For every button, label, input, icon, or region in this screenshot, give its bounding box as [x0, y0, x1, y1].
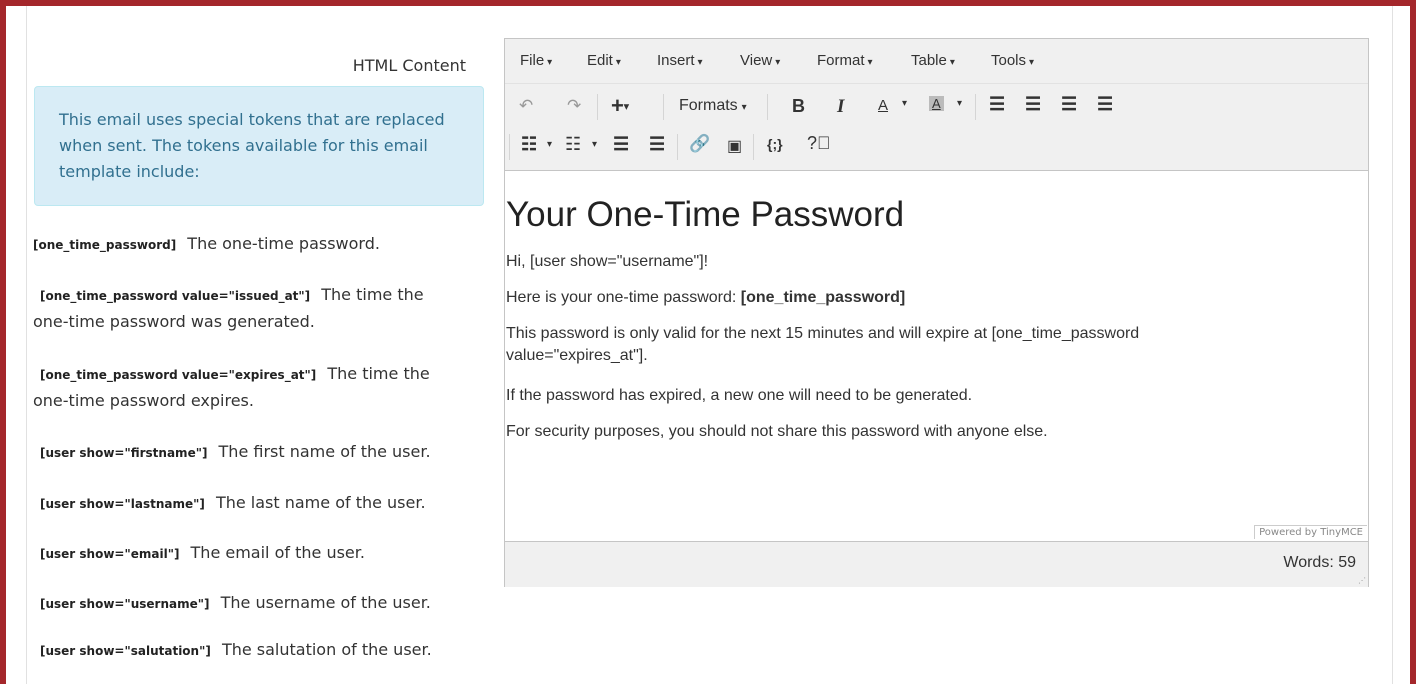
caret-down-icon[interactable]: ▾ [957, 98, 962, 109]
bold-button[interactable]: B [792, 96, 805, 117]
token-item: [user show="username"] The username of t… [33, 590, 473, 617]
toolbar-separator [597, 94, 598, 120]
bullet-list-icon[interactable]: ☷ [521, 134, 537, 155]
align-justify-icon[interactable]: ☰ [1097, 94, 1113, 115]
menu-format[interactable]: Format ▾ [817, 52, 873, 69]
powered-by-badge[interactable]: Powered by TinyMCE [1254, 525, 1367, 539]
insert-plus-icon[interactable]: +▾ [611, 93, 629, 119]
editor-toolbar: ↶ ↷ +▾ Formats ▾ B I A ▾ A ▾ ☰ ☰ ☰ ☰ ☷ ▾ … [505, 84, 1368, 171]
token-description: The one-time password. [187, 234, 380, 253]
caret-down-icon[interactable]: ▾ [547, 139, 552, 150]
numbered-list-icon[interactable]: ☷ [565, 134, 581, 155]
indent-icon[interactable]: ☰ [649, 134, 665, 155]
token-item: [one_time_password value="expires_at"] T… [33, 361, 463, 414]
token-code: [user show="firstname"] [40, 446, 208, 460]
caret-down-icon[interactable]: ▾ [592, 139, 597, 150]
toolbar-separator [677, 134, 678, 160]
toolbar-separator [663, 94, 664, 120]
editor-statusbar: Words: 59 ⋰ [505, 541, 1368, 587]
token-code: [user show="salutation"] [40, 644, 211, 658]
token-description: The email of the user. [190, 543, 365, 562]
column-divider-right [1392, 6, 1393, 684]
content-line: If the password has expired, a new one w… [506, 387, 973, 404]
field-label: HTML Content [352, 56, 466, 75]
caret-down-icon: ▾ [615, 57, 621, 68]
code-icon[interactable]: {;} [767, 136, 783, 152]
token-code: [one_time_password] [33, 238, 177, 252]
content-line: value="expires_at"]. [506, 347, 648, 364]
token-item: [user show="firstname"] The first name o… [33, 439, 473, 466]
info-alert-text: This email uses special tokens that are … [59, 110, 445, 181]
token-code: [one_time_password value="issued_at"] [40, 289, 311, 303]
editor-menubar: File ▾ Edit ▾ Insert ▾ View ▾ Format ▾ Table ▾… [505, 39, 1368, 84]
content-token: [one_time_password] [740, 289, 906, 306]
content-heading: Your One-Time Password [506, 195, 905, 234]
token-code: [one_time_password value="expires_at"] [40, 368, 317, 382]
image-icon[interactable]: ▣ [727, 136, 742, 156]
caret-down-icon: ▾ [697, 57, 703, 68]
token-description: The salutation of the user. [221, 640, 432, 659]
rich-text-editor: File ▾ Edit ▾ Insert ▾ View ▾ Format ▾ Table ▾… [504, 38, 1369, 587]
toolbar-separator [509, 134, 510, 160]
menu-file[interactable]: File ▾ [520, 52, 552, 69]
caret-down-icon[interactable]: ▾ [902, 98, 907, 109]
help-icon[interactable]: ?⃝ [807, 133, 831, 154]
outdent-icon[interactable]: ☰ [613, 134, 629, 155]
token-item: [user show="lastname"] The last name of … [33, 490, 473, 517]
token-description: The username of the user. [220, 593, 431, 612]
redo-icon[interactable]: ↷ [567, 96, 581, 116]
menu-tools[interactable]: Tools ▾ [991, 52, 1034, 69]
caret-down-icon: ▾ [949, 57, 955, 68]
token-code: [user show="username"] [40, 597, 210, 611]
formats-dropdown[interactable]: Formats ▾ [679, 97, 747, 115]
column-divider-left [26, 6, 27, 684]
content-line: This password is only valid for the next… [506, 325, 1140, 342]
caret-down-icon: ▾ [867, 57, 873, 68]
token-code: [user show="lastname"] [40, 497, 205, 511]
undo-icon[interactable]: ↶ [519, 96, 533, 116]
italic-button[interactable]: I [837, 96, 844, 118]
editor-content-area[interactable]: Your One-Time Password Hi, [user show="u… [505, 171, 1368, 541]
token-item: [one_time_password value="issued_at"] Th… [33, 282, 463, 335]
menu-insert[interactable]: Insert ▾ [657, 52, 703, 69]
token-description: The last name of the user. [215, 493, 426, 512]
caret-down-icon: ▾ [1029, 57, 1035, 68]
info-alert: This email uses special tokens that are … [34, 86, 484, 206]
text-color-button[interactable]: A [878, 97, 888, 114]
token-item: [user show="email"] The email of the use… [33, 540, 473, 567]
menu-edit[interactable]: Edit ▾ [587, 52, 621, 69]
caret-down-icon: ▾ [547, 57, 553, 68]
toolbar-separator [767, 94, 768, 120]
align-center-icon[interactable]: ☰ [1025, 94, 1041, 115]
token-code: [user show="email"] [40, 547, 180, 561]
token-description: The first name of the user. [218, 442, 431, 461]
toolbar-separator [975, 94, 976, 120]
token-item: [user show="salutation"] The salutation … [33, 637, 473, 664]
align-right-icon[interactable]: ☰ [1061, 94, 1077, 115]
align-left-icon[interactable]: ☰ [989, 94, 1005, 115]
word-count: Words: 59 [1283, 554, 1356, 571]
bg-color-button[interactable]: A [929, 96, 944, 111]
content-line: Hi, [user show="username"]! [506, 253, 709, 270]
link-icon[interactable]: 🔗 [689, 134, 710, 154]
menu-table[interactable]: Table ▾ [911, 52, 955, 69]
content-line: For security purposes, you should not sh… [506, 423, 1048, 440]
toolbar-separator [753, 134, 754, 160]
content-line: Here is your one-time password: [one_tim… [506, 289, 906, 306]
token-item: [one_time_password] The one-time passwor… [33, 231, 473, 258]
resize-handle-icon[interactable]: ⋰ [1358, 576, 1366, 585]
menu-view[interactable]: View ▾ [740, 52, 780, 69]
caret-down-icon: ▾ [775, 57, 781, 68]
